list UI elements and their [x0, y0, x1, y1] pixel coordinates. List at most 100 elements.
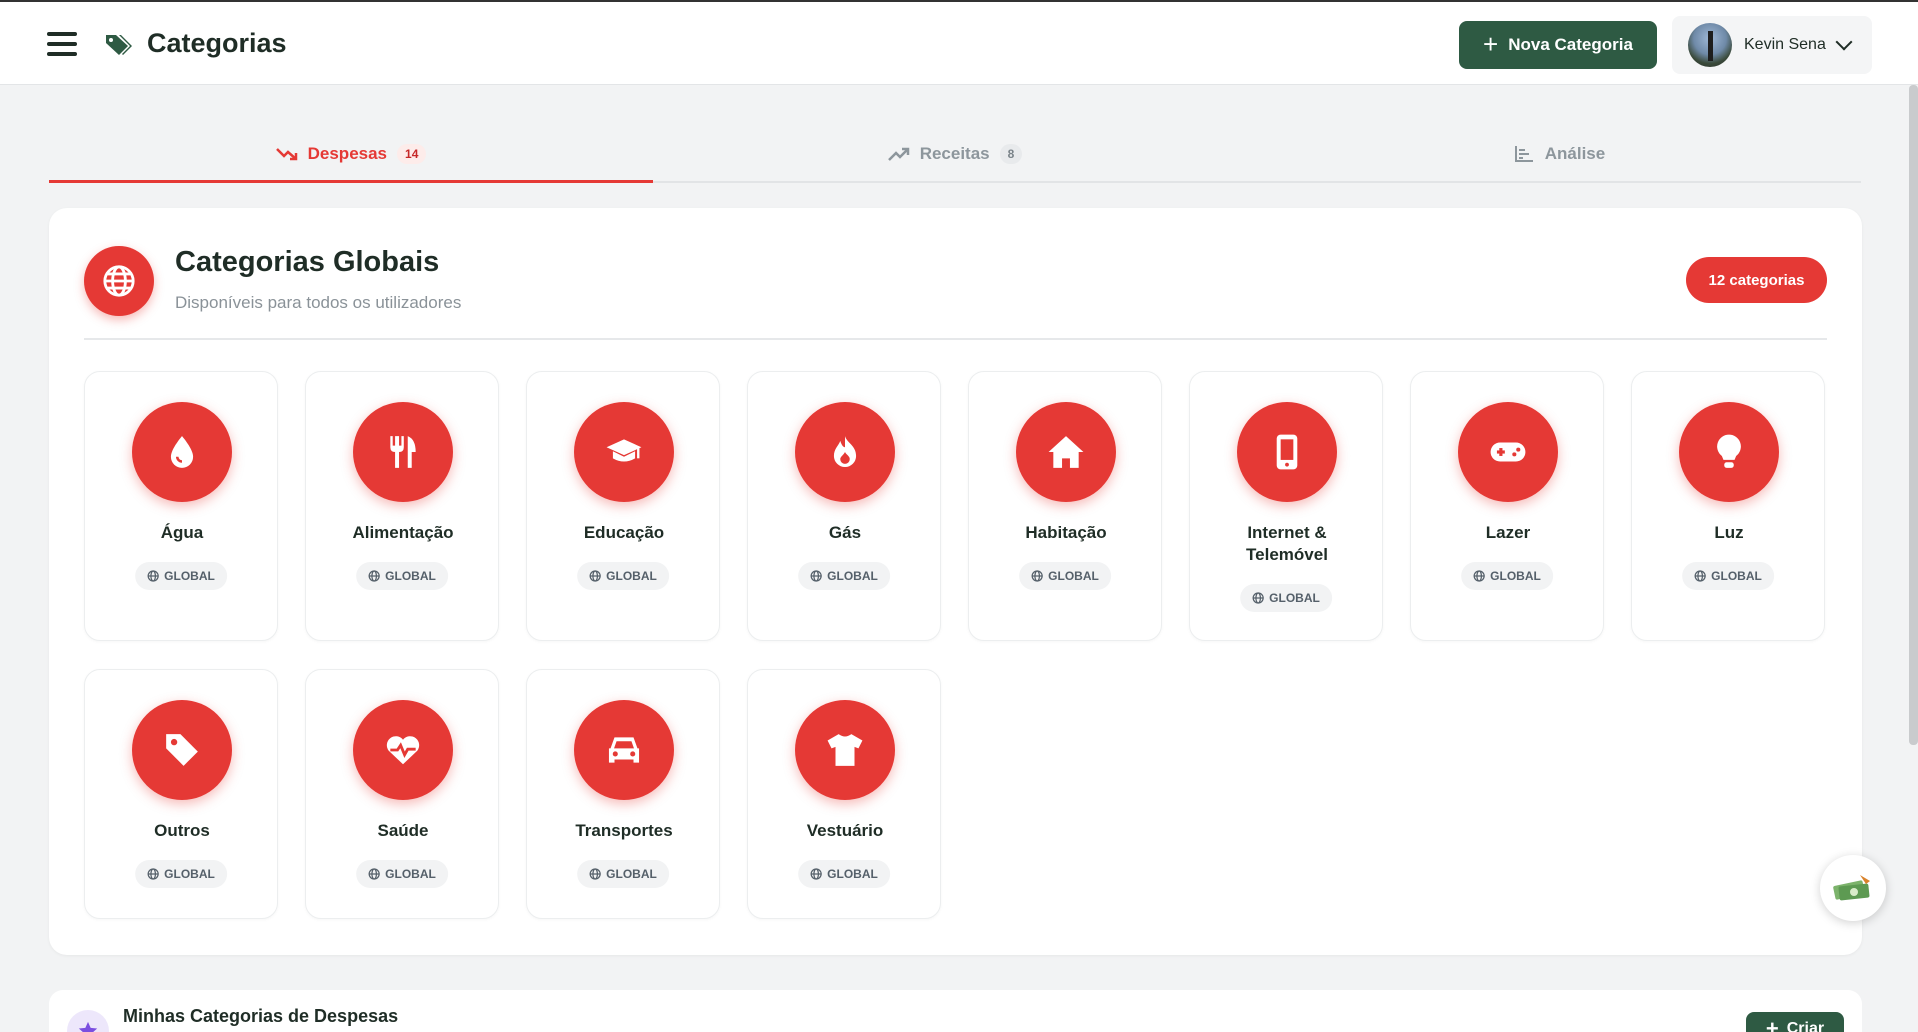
category-name: Luz [1714, 523, 1744, 542]
global-badge-label: GLOBAL [385, 569, 436, 583]
tag-icon [132, 700, 232, 800]
global-badge-label: GLOBAL [1269, 591, 1320, 605]
money-helper-button[interactable] [1820, 855, 1886, 921]
global-badge: GLOBAL [1461, 562, 1553, 590]
money-icon [1833, 875, 1870, 901]
global-badge-label: GLOBAL [1711, 569, 1762, 583]
global-badge: GLOBAL [798, 562, 890, 590]
section-title: Categorias Globais [175, 246, 440, 278]
user-name: Kevin Sena [1744, 36, 1826, 53]
global-badge-label: GLOBAL [164, 569, 215, 583]
heart-pulse-icon [353, 700, 453, 800]
global-badge-label: GLOBAL [827, 569, 878, 583]
global-badge: GLOBAL [356, 562, 448, 590]
page-title: Categorias [147, 28, 287, 58]
tab-analise[interactable]: Análise [1257, 127, 1861, 181]
shirt-icon [795, 700, 895, 800]
global-badge: GLOBAL [577, 860, 669, 888]
category-card-transportes[interactable]: Transportes GLOBAL [526, 669, 720, 919]
category-card-lazer[interactable]: Lazer GLOBAL [1410, 371, 1604, 641]
global-badge-label: GLOBAL [1048, 569, 1099, 583]
category-card-alimentacao[interactable]: Alimentação GLOBAL [305, 371, 499, 641]
globe-icon [810, 868, 822, 880]
mobile-phone-icon [1237, 402, 1337, 502]
category-card-gas[interactable]: Gás GLOBAL [747, 371, 941, 641]
globe-icon [589, 868, 601, 880]
hamburger-menu-icon[interactable] [47, 32, 77, 56]
chevron-down-icon [1835, 33, 1853, 51]
category-count-badge: 12 categorias [1686, 257, 1827, 303]
global-badge-label: GLOBAL [164, 867, 215, 881]
global-badge: GLOBAL [1682, 562, 1774, 590]
category-name: Outros [154, 821, 210, 840]
top-bar: Categorias + Nova Categoria Kevin Sena [0, 0, 1918, 85]
tab-receitas[interactable]: Receitas 8 [653, 127, 1257, 181]
category-name: Educação [583, 523, 665, 542]
global-badge-label: GLOBAL [1490, 569, 1541, 583]
category-name: Transportes [575, 821, 673, 840]
globe-icon [1252, 592, 1264, 604]
fire-icon [795, 402, 895, 502]
tab-label: Despesas [307, 144, 388, 163]
global-badge: GLOBAL [1240, 584, 1332, 612]
trending-down-icon [275, 148, 297, 161]
create-category-button[interactable]: + Criar [1746, 1012, 1844, 1032]
globe-icon [368, 868, 380, 880]
car-icon [574, 700, 674, 800]
chart-bar-icon [1514, 146, 1533, 162]
divider [84, 338, 1827, 340]
global-badge: GLOBAL [577, 562, 669, 590]
category-name: Habitação [1025, 523, 1107, 542]
global-badge: GLOBAL [356, 860, 448, 888]
plus-icon: + [1765, 1016, 1779, 1032]
graduation-cap-icon [574, 402, 674, 502]
tab-bar: Despesas 14 Receitas 8 Análise [49, 127, 1861, 183]
category-card-vestuario[interactable]: Vestuário GLOBAL [747, 669, 941, 919]
global-categories-panel: Categorias Globais Disponíveis para todo… [49, 208, 1862, 955]
tab-count-badge: 8 [999, 144, 1023, 164]
plus-icon: + [1483, 29, 1499, 59]
category-name: Lazer [1485, 523, 1531, 542]
tab-despesas[interactable]: Despesas 14 [49, 127, 653, 183]
new-category-button[interactable]: + Nova Categoria [1459, 21, 1657, 69]
globe-icon [1473, 570, 1485, 582]
category-card-luz[interactable]: Luz GLOBAL [1631, 371, 1825, 641]
section-title: Minhas Categorias de Despesas [123, 1006, 399, 1026]
house-icon [1016, 402, 1116, 502]
globe-icon [368, 570, 380, 582]
category-name: Vestuário [806, 821, 884, 840]
droplet-icon [132, 402, 232, 502]
category-card-outros[interactable]: Outros GLOBAL [84, 669, 278, 919]
category-card-educacao[interactable]: Educação GLOBAL [526, 371, 720, 641]
category-card-internet-telemovel[interactable]: Internet & Telemóvel GLOBAL [1189, 371, 1383, 641]
globe-icon [84, 246, 154, 316]
tab-label: Análise [1544, 144, 1606, 163]
globe-icon [1031, 570, 1043, 582]
my-categories-section: Minhas Categorias de Despesas + Criar [49, 990, 1862, 1032]
global-badge: GLOBAL [1019, 562, 1111, 590]
trending-up-icon [887, 147, 909, 161]
lightbulb-icon [1679, 402, 1779, 502]
global-badge-label: GLOBAL [827, 867, 878, 881]
category-card-habitacao[interactable]: Habitação GLOBAL [968, 371, 1162, 641]
section-subtitle: Disponíveis para todos os utilizadores [175, 293, 462, 312]
global-badge-label: GLOBAL [385, 867, 436, 881]
globe-icon [810, 570, 822, 582]
globe-icon [147, 868, 159, 880]
category-name: Gás [828, 523, 862, 542]
global-badge: GLOBAL [135, 562, 227, 590]
globe-icon [1694, 570, 1706, 582]
tab-label: Receitas [919, 144, 990, 163]
category-card-agua[interactable]: Água GLOBAL [84, 371, 278, 641]
globe-icon [589, 570, 601, 582]
global-badge-label: GLOBAL [606, 569, 657, 583]
user-menu[interactable]: Kevin Sena [1672, 16, 1872, 74]
category-card-saude[interactable]: Saúde GLOBAL [305, 669, 499, 919]
tab-count-badge: 14 [397, 144, 427, 164]
scrollbar[interactable] [1909, 85, 1918, 745]
globe-icon [147, 570, 159, 582]
global-badge: GLOBAL [798, 860, 890, 888]
global-badge-label: GLOBAL [606, 867, 657, 881]
category-name: Saúde [377, 821, 429, 840]
new-category-label: Nova Categoria [1508, 35, 1633, 54]
